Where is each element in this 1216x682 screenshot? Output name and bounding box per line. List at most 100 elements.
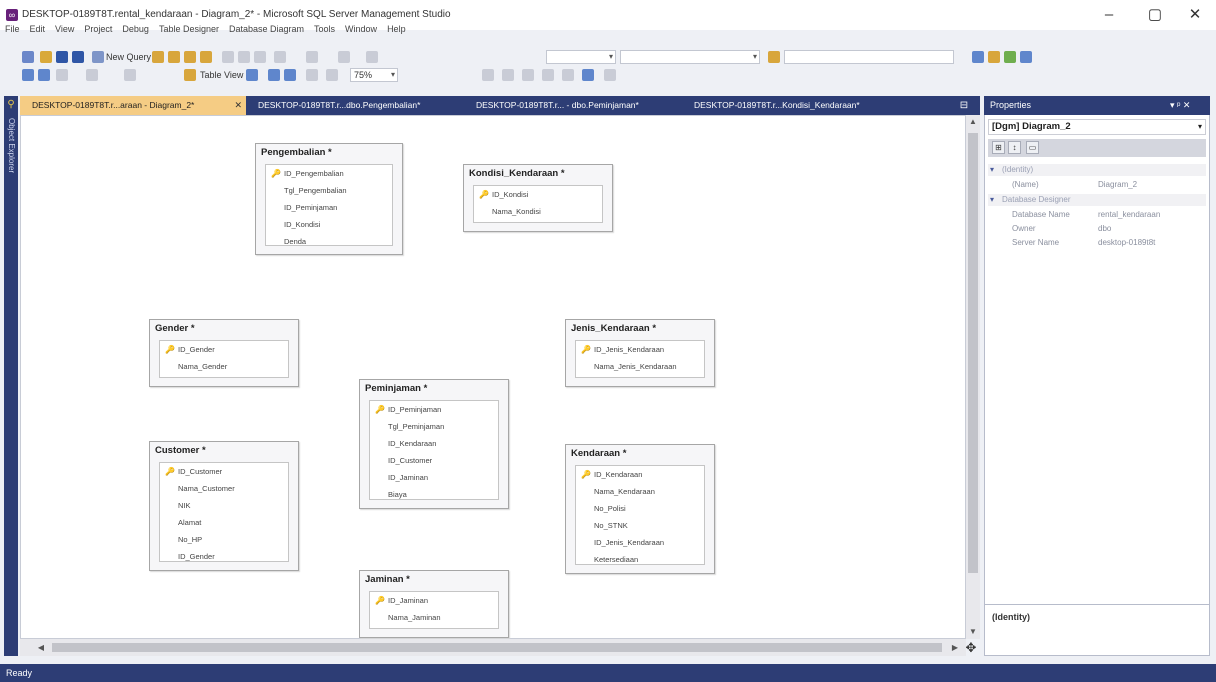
menu-edit[interactable]: Edit (25, 22, 51, 36)
toolbox-icon[interactable] (1004, 51, 1016, 63)
chevron-down-icon[interactable]: ▾ (990, 194, 994, 206)
solution-explorer-icon[interactable] (972, 51, 984, 63)
column-row[interactable]: Alamat (160, 514, 288, 531)
tab-overflow-icon[interactable]: ⊟ (954, 96, 974, 115)
table-peminjaman[interactable]: Peminjaman * 🔑 ID_Peminjaman Tgl_Peminjam… (359, 379, 509, 509)
properties-object-selector[interactable]: [Dgm] Diagram_2 ▾ (988, 119, 1206, 135)
arrange-selection-icon[interactable] (268, 69, 280, 81)
menu-database-diagram[interactable]: Database Diagram (224, 22, 309, 36)
menu-window[interactable]: Window (340, 22, 382, 36)
copy-icon[interactable] (238, 51, 250, 63)
query-icon-1[interactable] (152, 51, 164, 63)
view-page-breaks-icon[interactable] (326, 69, 338, 81)
column-row[interactable]: ID_Gender (160, 548, 288, 565)
add-table-icon[interactable] (22, 69, 34, 81)
find-icon[interactable] (768, 51, 780, 63)
column-row[interactable]: Denda (266, 233, 392, 250)
redo-icon[interactable] (306, 51, 318, 63)
table-gender[interactable]: Gender * 🔑 ID_Gender Nama_Gender (149, 319, 299, 387)
object-explorer-tab[interactable]: Object Explorer (4, 118, 18, 318)
menu-tools[interactable]: Tools (309, 22, 340, 36)
column-row[interactable]: ID_Customer (370, 452, 498, 469)
delete-table-icon[interactable] (56, 69, 68, 81)
solution-config-combo[interactable]: ▾ (546, 50, 616, 64)
menu-project[interactable]: Project (79, 22, 117, 36)
description-divider[interactable] (985, 604, 1209, 605)
autosize-tables-icon[interactable] (284, 69, 296, 81)
column-row[interactable]: Nama_Gender (160, 358, 288, 375)
table-jenis-kendaraan[interactable]: Jenis_Kendaraan * 🔑 ID_Jenis_Kendaraan Na… (565, 319, 715, 387)
scroll-left-icon[interactable]: ◀ (34, 641, 48, 655)
property-row[interactable]: (Name) Diagram_2 (988, 178, 1206, 192)
column-row[interactable]: Ketersediaan (576, 551, 704, 568)
category-identity[interactable]: ▾ (Identity) (988, 164, 1206, 176)
column-row[interactable]: Nama_Kondisi (474, 203, 602, 220)
remove-from-diagram-icon[interactable] (86, 69, 98, 81)
categorized-icon[interactable]: ⊞ (992, 141, 1005, 154)
column-row[interactable]: No_STNK (576, 517, 704, 534)
find-combo[interactable] (784, 50, 954, 64)
menu-table-designer[interactable]: Table Designer (154, 22, 224, 36)
menu-view[interactable]: View (50, 22, 79, 36)
navigate-back-icon[interactable] (338, 51, 350, 63)
alphabetical-icon[interactable]: ↕ (1008, 141, 1021, 154)
column-row[interactable]: ID_Jaminan (370, 469, 498, 486)
close-tab-icon[interactable]: ✕ (234, 96, 242, 115)
table-view-button[interactable]: Table View (200, 69, 243, 81)
query-icon-4[interactable] (200, 51, 212, 63)
show-relationship-labels-icon[interactable] (306, 69, 318, 81)
table-pengembalian[interactable]: Pengembalian * 🔑 ID_Pengembalian Tgl_Peng… (255, 143, 403, 255)
column-row[interactable]: Nama_Jenis_Kendaraan (576, 358, 704, 375)
column-row[interactable]: 🔑 ID_Kendaraan (576, 466, 704, 483)
table-jaminan[interactable]: Jaminan * 🔑 ID_Jaminan Nama_Jaminan (359, 570, 509, 638)
column-row[interactable]: ID_Jenis_Kendaraan (576, 534, 704, 551)
tab-pengembalian[interactable]: DESKTOP-0189T8T.r...dbo.Pengembalian* (246, 96, 464, 115)
column-row[interactable]: Tgl_Peminjaman (370, 418, 498, 435)
column-row[interactable]: ID_Peminjaman (266, 199, 392, 216)
relationships-icon[interactable] (582, 69, 594, 81)
vertical-scroll-thumb[interactable] (968, 133, 978, 573)
open-file-icon[interactable] (40, 51, 52, 63)
property-pages-icon[interactable]: ▭ (1026, 141, 1039, 154)
column-row[interactable]: Nama_Kendaraan (576, 483, 704, 500)
scroll-up-icon[interactable]: ▲ (966, 115, 980, 129)
menu-debug[interactable]: Debug (117, 22, 154, 36)
column-row[interactable]: 🔑 ID_Kondisi (474, 186, 602, 203)
table-kendaraan[interactable]: Kendaraan * 🔑 ID_Kendaraan Nama_Kendaraan… (565, 444, 715, 574)
new-query-icon[interactable] (92, 51, 104, 63)
property-row[interactable]: Database Name rental_kendaraan (988, 208, 1206, 222)
generate-script-icon[interactable] (124, 69, 136, 81)
column-row[interactable]: 🔑 ID_Pengembalian (266, 165, 392, 182)
column-row[interactable]: ID_Kendaraan (370, 435, 498, 452)
column-row[interactable]: ID_Kondisi (266, 216, 392, 233)
column-row[interactable]: 🔑 ID_Customer (160, 463, 288, 480)
scroll-right-icon[interactable]: ▶ (948, 641, 962, 655)
pin-icon[interactable]: ⚲ (4, 98, 18, 112)
properties-window-controls[interactable]: ▾ ᵖ ✕ (1170, 96, 1190, 115)
tab-diagram[interactable]: DESKTOP-0189T8T.r...araan - Diagram_2* ✕ (20, 96, 246, 115)
tab-kondisi-kendaraan[interactable]: DESKTOP-0189T8T.r...Kondisi_Kendaraan* (682, 96, 912, 115)
arrange-tables-icon[interactable] (246, 69, 258, 81)
column-row[interactable]: Biaya (370, 486, 498, 503)
diagram-canvas[interactable]: Pengembalian * 🔑 ID_Pengembalian Tgl_Peng… (20, 115, 966, 639)
properties-icon[interactable] (988, 51, 1000, 63)
column-row[interactable]: Tgl_Pengembalian (266, 182, 392, 199)
table-kondisi-kendaraan[interactable]: Kondisi_Kendaraan * 🔑 ID_Kondisi Nama_Kon… (463, 164, 613, 232)
toolbar-options-icon[interactable] (604, 69, 616, 81)
platform-combo[interactable]: ▾ (620, 50, 760, 64)
column-row[interactable]: NIK (160, 497, 288, 514)
column-row[interactable]: 🔑 ID_Gender (160, 341, 288, 358)
manage-fulltext-icon[interactable] (502, 69, 514, 81)
new-query-button[interactable]: New Query (106, 51, 151, 63)
pan-navigator-icon[interactable]: ✥ (962, 639, 980, 656)
column-row[interactable]: 🔑 ID_Jenis_Kendaraan (576, 341, 704, 358)
cut-icon[interactable] (222, 51, 234, 63)
manage-indexes-icon[interactable] (482, 69, 494, 81)
column-row[interactable]: Nama_Jaminan (370, 609, 498, 626)
property-row[interactable]: Server Name desktop-0189t8t (988, 236, 1206, 250)
table-customer[interactable]: Customer * 🔑 ID_Customer Nama_Customer NI… (149, 441, 299, 571)
new-project-icon[interactable] (22, 51, 34, 63)
menu-help[interactable]: Help (382, 22, 411, 36)
column-row[interactable]: No_HP (160, 531, 288, 548)
options-icon[interactable] (1020, 51, 1032, 63)
